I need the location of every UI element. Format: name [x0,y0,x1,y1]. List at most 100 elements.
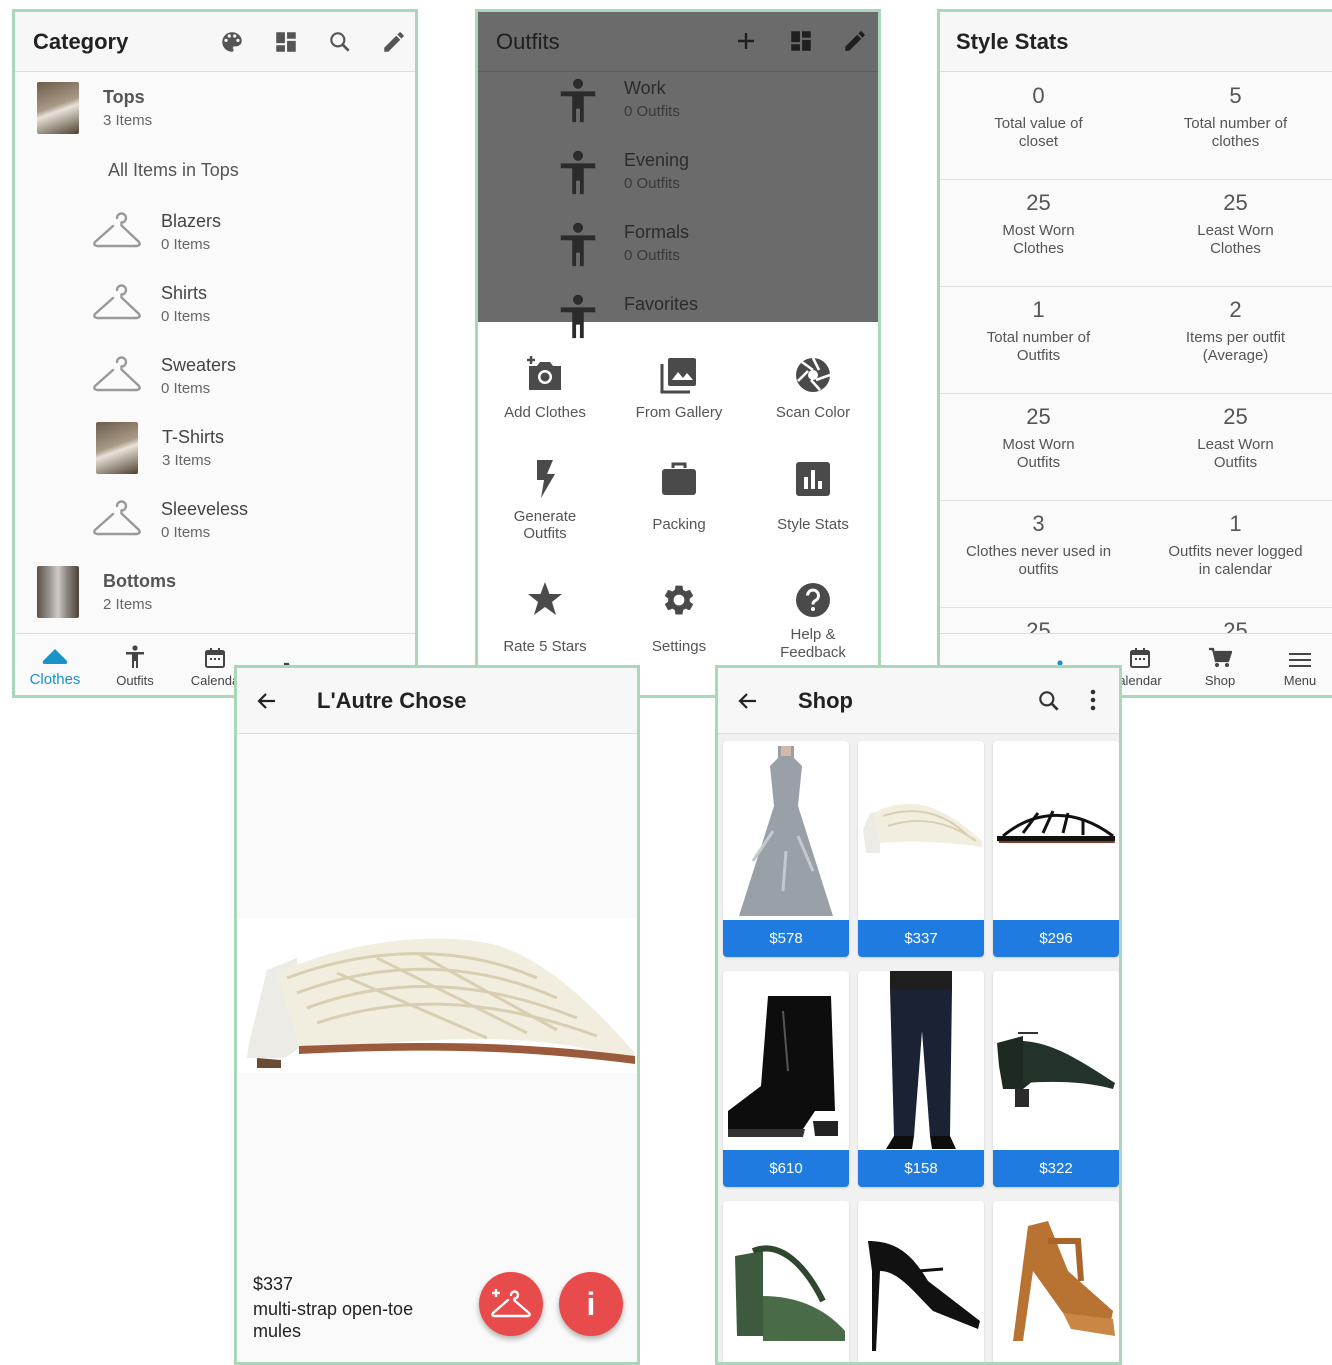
stat-value: 0 [1032,83,1045,108]
outfit-name: Favorites [624,294,699,314]
category-screen: Category Tops 3 Items All Items in Tops … [12,9,418,698]
more-vertical-icon[interactable] [1088,688,1098,712]
category-name: Tops [103,87,145,107]
stat-value: 1 [1229,511,1242,536]
menu-label: Help & Feedback [780,626,846,661]
cart-icon [1208,647,1232,669]
nav-clothes[interactable]: Clothes [15,634,95,695]
product-card[interactable]: $610 [723,971,849,1187]
menu-add-clothes[interactable]: Add Clothes [478,356,612,421]
nav-outfits[interactable]: Outfits [95,634,175,695]
back-arrow-icon[interactable] [255,689,279,713]
dashboard-icon[interactable] [273,29,299,55]
page-title: L'Autre Chose [317,687,467,713]
category-tops[interactable]: Tops 3 Items [37,82,415,134]
hanger-icon [91,494,143,546]
product-card[interactable]: $296 [993,741,1119,957]
category-count: 2 Items [103,596,153,613]
product-card[interactable]: $578 [723,741,849,957]
stiletto-image [868,1241,980,1351]
product-card[interactable] [858,1201,984,1362]
menu-packing[interactable]: Packing [612,462,746,533]
add-hanger-icon [489,1287,533,1321]
nav-shop[interactable]: Shop [1180,634,1260,695]
nav-label: Shop [1204,673,1236,688]
outfits-app-bar: Outfits [478,12,878,72]
product-card[interactable]: $158 [858,971,984,1187]
subcategory-sleeveless[interactable]: Sleeveless 0 Items [91,494,415,546]
menu-settings[interactable]: Settings [612,582,746,655]
shop-app-bar: Shop [718,668,1119,734]
add-to-closet-button[interactable] [479,1272,543,1336]
stat-label: Total number of clothes [1183,115,1288,150]
outfit-row-formals[interactable]: Formals 0 Outfits [556,222,878,268]
subcategory-shirts[interactable]: Shirts 0 Items [91,278,415,330]
menu-from-gallery[interactable]: From Gallery [612,356,746,421]
gear-icon [661,582,697,618]
green-heel-image [997,1032,1115,1107]
subcategory-count: 3 Items [162,452,212,469]
subcategory-tshirts[interactable]: T-Shirts 3 Items [96,422,415,474]
subcategory-name: Blazers [161,211,222,231]
category-bottoms[interactable]: Bottoms 2 Items [37,566,415,618]
boot-image [728,996,838,1137]
outfit-row-work[interactable]: Work 0 Outfits [556,78,878,124]
add-photo-icon [525,356,565,394]
subcategory-name: Shirts [161,283,208,303]
search-icon[interactable] [327,29,353,55]
product-image [237,918,637,1073]
subcategory-count: 0 Items [161,236,211,253]
stat-label: Least Worn Clothes [1197,222,1274,257]
stat-label: Total value of closet [994,115,1083,150]
outfit-row-evening[interactable]: Evening 0 Outfits [556,150,878,196]
dashboard-icon[interactable] [788,28,814,54]
product-card[interactable] [993,1201,1119,1362]
subcategory-blazers[interactable]: Blazers 0 Items [91,206,415,258]
menu-scan-color[interactable]: Scan Color [746,356,878,421]
stat-label: Items per outfit (Average) [1185,329,1286,364]
subcategory-sweaters[interactable]: Sweaters 0 Items [91,350,415,402]
menu-label: From Gallery [635,404,723,421]
nav-label: Clothes [29,671,81,688]
all-items-link[interactable]: All Items in Tops [108,160,239,181]
person-icon [556,78,600,124]
palette-icon[interactable] [219,29,245,55]
category-name: Bottoms [103,571,176,591]
stat-cell: 1 Total number of Outfits [940,287,1137,393]
hanger-icon [91,206,143,258]
stat-label: Clothes never used in outfits [965,543,1112,578]
menu-generate-outfits[interactable]: Generate Outfits [478,460,612,542]
info-icon: i [586,1285,596,1322]
menu-label: Settings [651,638,707,655]
product-card[interactable]: $337 [858,741,984,957]
menu-icon [1289,651,1311,669]
search-icon[interactable] [1036,688,1062,714]
stat-cell: 25 Least Worn Outfits [1137,394,1332,500]
menu-rate-5-stars[interactable]: Rate 5 Stars [478,582,612,655]
briefcase-icon [661,462,697,496]
product-card[interactable] [723,1201,849,1362]
info-button[interactable]: i [559,1272,623,1336]
stat-value: 1 [1032,297,1045,322]
menu-help-feedback[interactable]: Help & Feedback [746,582,878,662]
nav-menu[interactable]: Menu [1260,634,1332,695]
menu-style-stats[interactable]: Style Stats [746,462,878,533]
product-description: multi-strap open-toe mules [253,1299,414,1341]
stat-value: 5 [1229,83,1242,108]
help-icon [795,582,831,618]
calendar-icon [204,647,226,669]
outfit-name: Work [624,78,666,98]
product-card[interactable]: $322 [993,971,1119,1187]
outfit-name: Evening [624,150,690,170]
edit-icon[interactable] [381,29,407,55]
edit-icon[interactable] [842,28,868,54]
stat-label: Most Worn Outfits [1002,436,1075,471]
stat-value: 25 [1026,404,1051,429]
nav-label: Outfits [116,673,154,688]
page-title: Style Stats [956,28,1069,54]
subcategory-count: 0 Items [161,380,211,397]
add-icon[interactable] [734,29,758,53]
outfit-row-favorites[interactable]: Favorites [556,294,878,340]
back-arrow-icon[interactable] [736,689,760,713]
stat-value: 2 [1229,297,1242,322]
